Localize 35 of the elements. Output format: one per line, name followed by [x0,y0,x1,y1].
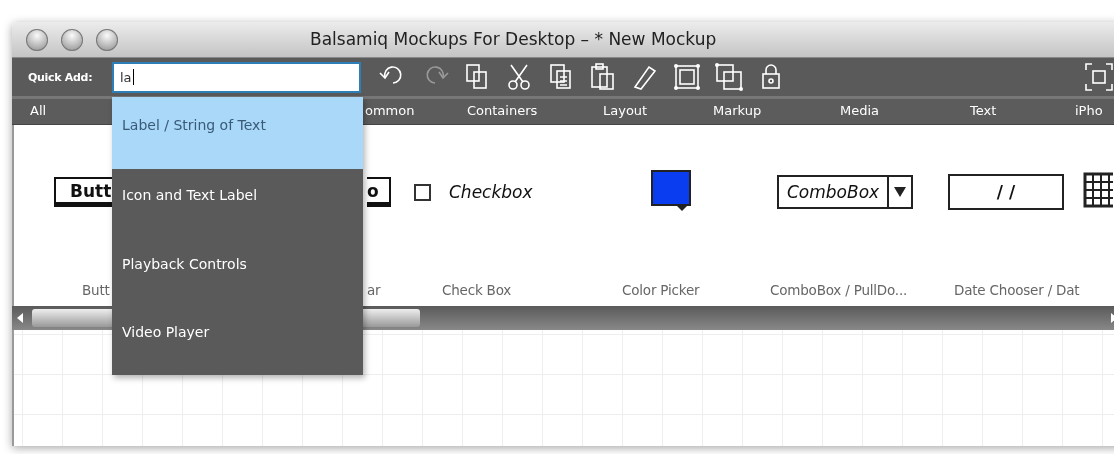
window-control-button[interactable] [61,28,83,51]
window-control-button[interactable] [96,28,118,51]
ungroup-icon[interactable] [713,61,745,93]
date-field-mockup: / / [948,174,1064,210]
fullscreen-icon[interactable] [1084,62,1114,92]
category-tab[interactable]: All [30,103,47,118]
combobox-mockup: ComboBox [777,175,914,209]
suggestion-item[interactable]: Icon and Text Label [112,169,363,238]
category-tab[interactable]: Markup [713,103,762,118]
window-control-button[interactable] [26,28,48,51]
category-tab[interactable]: Layout [603,103,648,118]
suggestion-item[interactable]: Video Player [112,306,363,375]
suggestion-item[interactable]: Playback Controls [112,238,363,307]
quick-add-label: Quick Add: [28,70,94,84]
color-picker-mockup [650,167,692,213]
category-tab[interactable]: iPho [1075,103,1103,118]
category-tab[interactable]: Containers [467,103,538,118]
component-label: Check Box [442,282,513,298]
caret-icon [894,186,907,198]
component-label: ComboBox / PullDo... [770,282,909,298]
calendar-icon [1083,170,1113,210]
window-title: Balsamiq Mockups For Desktop – * New Mockup [310,29,717,49]
component-label: ar [367,282,382,298]
component-label: Butt [82,282,111,298]
group-icon[interactable] [671,61,703,93]
suggestion-item[interactable]: Label / String of Text [112,97,363,170]
quick-add-field[interactable]: la [112,61,361,93]
checkbox-mockup [414,183,431,201]
category-tab[interactable]: Media [840,103,880,118]
checkbox-text: Checkbox [449,182,533,202]
component-label: Color Picker [622,282,701,298]
category-tab[interactable]: ommon [365,103,415,118]
component-label: Date Chooser / Dat [954,282,1078,298]
category-tab[interactable]: Text [970,103,997,118]
scroll-left-icon[interactable] [16,313,24,323]
